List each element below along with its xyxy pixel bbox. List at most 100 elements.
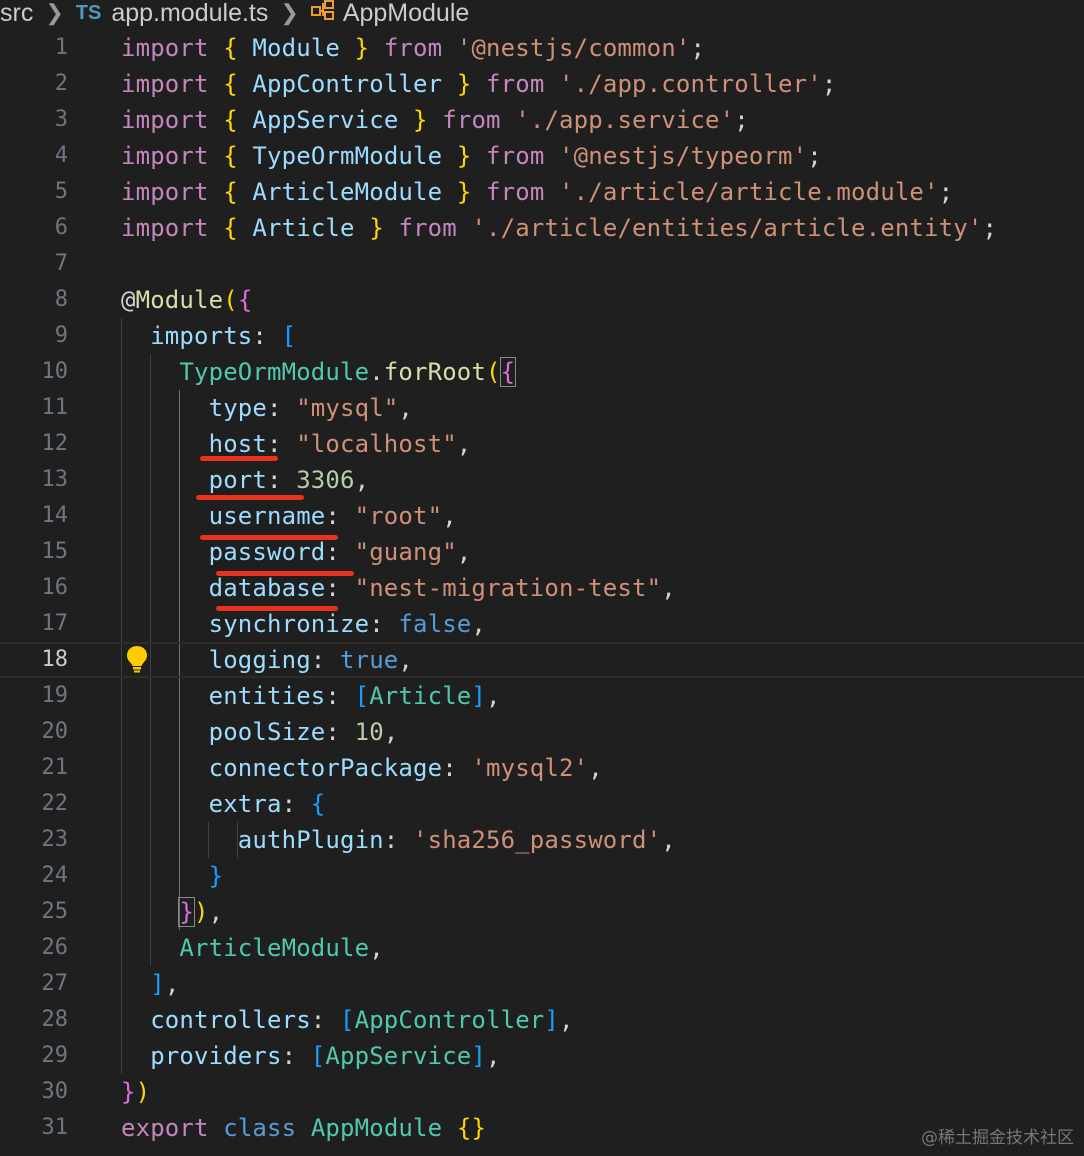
code-line[interactable]: 7 [0,246,1084,282]
code-token: : [325,718,355,746]
code-line[interactable]: 3 import { AppService } from './app.servi… [0,102,1084,138]
line-number: 24 [41,863,69,888]
code-token: { [237,286,253,314]
code-line[interactable]: 24 } [0,858,1084,894]
code-text: extra: { [121,786,326,822]
code-token: AppModule [310,1114,443,1142]
code-token: ; [821,70,837,98]
lightbulb-icon[interactable] [124,644,150,678]
code-token: './article/entities/article.entity' [471,214,983,242]
code-text: host: "localhost", [121,426,472,462]
code-token: 10 [354,718,384,746]
code-line[interactable]: 26 ArticleModule, [0,930,1084,966]
code-token: , [661,826,676,854]
code-token: from [369,34,457,62]
breadcrumb-symbol[interactable]: AppModule [343,0,469,28]
watermark: @稀土掘金技术社区 [921,1128,1074,1148]
code-line[interactable]: 15 password: "guang", [0,534,1084,570]
code-line[interactable]: 8 @Module({ [0,282,1084,318]
code-token: '@nestjs/common' [456,34,691,62]
code-token: : [267,466,297,494]
chevron-right-icon: ❯ [45,0,64,25]
code-line[interactable]: 5 import { ArticleModule } from './articl… [0,174,1084,210]
code-line[interactable]: 25 }), [0,894,1084,930]
code-token: : [267,430,297,458]
code-token: from [383,214,472,242]
code-token: , [398,646,414,674]
code-token: password [121,538,326,566]
code-line[interactable]: 14 username: "root", [0,498,1084,534]
code-line[interactable]: 28 controllers: [AppController], [0,1002,1084,1038]
code-line[interactable]: 4 import { TypeOrmModule } from '@nestjs/… [0,138,1084,174]
code-token: providers [121,1042,282,1070]
code-token: class [223,1114,297,1142]
code-text: imports: [ [121,318,296,354]
code-token: ; [734,106,749,134]
typescript-file-icon: TS [75,1,102,24]
code-token: @ [121,286,136,314]
code-token: from [471,142,560,170]
line-number: 9 [54,323,68,348]
code-token: ] [121,970,165,998]
code-line[interactable]: 30}) [0,1074,1084,1110]
code-line[interactable]: 2 import { AppController } from './app.co… [0,66,1084,102]
code-line[interactable]: 19 entities: [Article], [0,678,1084,714]
code-token: import [121,106,209,134]
code-token: : [383,826,413,854]
code-line[interactable]: 11 type: "mysql", [0,390,1084,426]
code-token: "root" [354,502,443,530]
line-number: 4 [54,143,68,168]
code-token: entities [121,682,326,710]
code-token: } [178,897,195,927]
code-token: { [223,178,238,206]
code-token: database [121,574,326,602]
code-line[interactable]: 27 ], [0,966,1084,1002]
code-line[interactable]: 10 TypeOrmModule.forRoot({ [0,354,1084,390]
code-line[interactable]: 12 host: "localhost", [0,426,1084,462]
code-line[interactable]: 17 synchronize: false, [0,606,1084,642]
code-token: : [442,754,472,782]
code-token: , [164,970,180,998]
code-token: { [223,142,238,170]
code-token: ( [223,286,238,314]
code-line[interactable]: 9 imports: [ [0,318,1084,354]
line-number: 13 [41,467,69,492]
code-line[interactable]: 1 import { Module } from '@nestjs/common'… [0,30,1084,66]
line-number: 3 [54,107,68,132]
code-line[interactable]: 13 port: 3306, [0,462,1084,498]
code-token: ; [690,34,706,62]
breadcrumb-file[interactable]: app.module.ts [111,0,268,28]
code-token: 'mysql2' [471,754,589,782]
code-line[interactable]: 6 import { Article } from './article/enti… [0,210,1084,246]
code-token: from [471,178,560,206]
code-token: } [121,862,224,890]
code-line[interactable]: 21 connectorPackage: 'mysql2', [0,750,1084,786]
line-number: 1 [54,35,68,60]
code-token: [ [340,1006,355,1034]
code-text: ], [121,966,179,1002]
code-line[interactable]: 29 providers: [AppService], [0,1038,1084,1074]
line-number: 17 [41,611,69,636]
breadcrumb-folder[interactable]: src [0,0,33,28]
code-line[interactable]: 22 extra: { [0,786,1084,822]
code-token: ( [486,358,501,386]
code-line[interactable]: 20 poolSize: 10, [0,714,1084,750]
line-number: 14 [41,503,69,528]
code-token: , [369,934,384,962]
code-line[interactable]: 18 logging: true, [0,642,1084,678]
code-editor[interactable]: 1 import { Module } from '@nestjs/common'… [0,30,1084,1156]
line-number: 29 [41,1043,69,1068]
code-line[interactable]: 16 database: "nest-migration-test", [0,570,1084,606]
code-text: export class AppModule {} [121,1110,486,1146]
line-number: 12 [41,431,69,456]
code-line[interactable]: 23 authPlugin: 'sha256_password', [0,822,1084,858]
code-text: import { Module } from '@nestjs/common'; [121,30,705,66]
code-token: poolSize [121,718,326,746]
code-token: "localhost" [296,430,457,458]
line-number: 2 [54,71,68,96]
code-token: , [208,898,224,926]
code-text: @Module({ [121,282,252,318]
